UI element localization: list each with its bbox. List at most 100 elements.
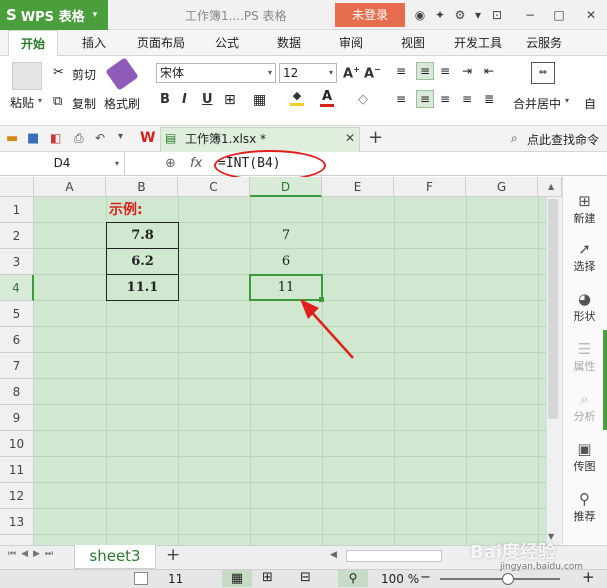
find-command-input[interactable]: 点此查找命令 bbox=[527, 131, 599, 148]
settings-icon[interactable]: ⚙ bbox=[452, 7, 468, 23]
login-button[interactable]: 未登录 bbox=[335, 3, 405, 27]
cell-d2[interactable]: 7 bbox=[250, 223, 322, 249]
tab-formulas[interactable]: 公式 bbox=[202, 30, 252, 56]
scroll-up-icon[interactable]: ▲ bbox=[548, 182, 554, 191]
paste-icon[interactable] bbox=[12, 62, 42, 90]
outdent-icon[interactable]: ⇤ bbox=[484, 64, 494, 78]
row-header-3[interactable]: 3 bbox=[0, 249, 34, 275]
file-tab[interactable]: 工作簿1.xlsx * bbox=[160, 127, 360, 152]
column-header-f[interactable]: F bbox=[394, 177, 466, 197]
paste-button[interactable]: 粘贴 bbox=[10, 94, 34, 111]
tab-insert[interactable]: 插入 bbox=[68, 30, 120, 56]
panel-properties-button[interactable]: ☰ 属性 bbox=[562, 340, 607, 374]
auto-wrap-button[interactable]: 自 bbox=[584, 95, 596, 112]
zoom-slider-thumb[interactable] bbox=[502, 573, 514, 585]
sheet-tab-sheet3[interactable]: sheet3 bbox=[74, 545, 156, 569]
zoom-lens-icon[interactable]: ⊕ bbox=[165, 152, 176, 175]
dropdown-icon[interactable]: ▾ bbox=[470, 7, 486, 23]
copy-button[interactable]: 复制 bbox=[72, 95, 96, 112]
horizontal-scroll-thumb[interactable] bbox=[346, 550, 442, 562]
zoom-out-icon[interactable]: − bbox=[420, 570, 431, 585]
app-menu-button[interactable]: S WPS 表格 ▾ bbox=[0, 0, 108, 30]
zoom-slider[interactable] bbox=[440, 578, 560, 580]
new-tab-icon[interactable]: + bbox=[368, 127, 383, 148]
clear-format-icon[interactable]: ◇ bbox=[358, 92, 368, 107]
select-all-corner[interactable] bbox=[0, 177, 34, 197]
panel-shape-button[interactable]: ◕ 形状 bbox=[562, 290, 607, 324]
row-header-10[interactable]: 10 bbox=[0, 431, 34, 457]
print-icon[interactable]: ⎙ bbox=[74, 131, 84, 146]
align-right-icon[interactable]: ≡ bbox=[440, 92, 450, 106]
align-bottom-icon[interactable]: ≡ bbox=[440, 64, 450, 78]
row-header-5[interactable]: 5 bbox=[0, 301, 34, 327]
format-painter-button[interactable]: 格式刷 bbox=[104, 95, 140, 112]
panel-analysis-button[interactable]: ⌕ 分析 bbox=[562, 390, 607, 424]
column-header-g[interactable]: G bbox=[466, 177, 538, 197]
cell-b3[interactable]: 6.2 bbox=[106, 248, 179, 275]
minimize-icon[interactable]: − bbox=[522, 7, 538, 23]
zoom-level[interactable]: 100 % bbox=[381, 572, 419, 586]
name-box[interactable]: D4 ▾ bbox=[0, 152, 125, 175]
align-middle-icon[interactable]: ≡ bbox=[416, 62, 434, 80]
normal-view-icon[interactable]: ▦ bbox=[222, 570, 252, 587]
merge-center-button[interactable]: 合并居中 bbox=[513, 95, 561, 112]
font-name-select[interactable]: 宋体 ▾ bbox=[156, 63, 276, 83]
column-header-d[interactable]: D bbox=[250, 177, 322, 197]
skin-icon[interactable]: ✦ bbox=[432, 7, 448, 23]
fill-color-icon[interactable]: ◆ bbox=[290, 90, 304, 106]
restore-icon[interactable]: ⊡ bbox=[489, 7, 505, 23]
add-sheet-button[interactable]: + bbox=[166, 545, 180, 565]
border-icon[interactable]: ⊞ bbox=[224, 92, 236, 108]
distributed-icon[interactable]: ≣ bbox=[484, 92, 494, 106]
indent-icon[interactable]: ⇥ bbox=[462, 64, 472, 78]
italic-button[interactable]: I bbox=[182, 92, 187, 107]
tab-developer[interactable]: 开发工具 bbox=[446, 30, 510, 56]
panel-upload-image-button[interactable]: ▣ 传图 bbox=[562, 440, 607, 474]
worksheet-grid[interactable]: A B C D E F G 1 2 3 4 5 6 7 8 9 10 11 12… bbox=[0, 177, 562, 545]
cell-b2[interactable]: 7.8 bbox=[106, 222, 179, 249]
sheet-nav-icons[interactable]: ⏮◀▶⏭ bbox=[8, 549, 58, 559]
insert-function-button[interactable]: fx bbox=[190, 152, 202, 175]
tab-cloud[interactable]: 云服务 bbox=[514, 30, 574, 56]
align-center-icon[interactable]: ≡ bbox=[416, 90, 434, 108]
row-header-2[interactable]: 2 bbox=[0, 223, 34, 249]
panel-select-button[interactable]: ➚ 选择 bbox=[562, 240, 607, 274]
panel-recommend-button[interactable]: ⚲ 推荐 bbox=[562, 490, 607, 524]
tab-view[interactable]: 视图 bbox=[388, 30, 438, 56]
bold-button[interactable]: B bbox=[160, 92, 170, 107]
row-header-8[interactable]: 8 bbox=[0, 379, 34, 405]
column-header-a[interactable]: A bbox=[34, 177, 106, 197]
column-header-b[interactable]: B bbox=[106, 177, 178, 197]
row-header-13[interactable]: 13 bbox=[0, 509, 34, 535]
help-icon[interactable]: ◉ bbox=[412, 7, 428, 23]
row-header-4[interactable]: 4 bbox=[0, 275, 34, 301]
font-color-icon[interactable]: A bbox=[320, 90, 334, 107]
row-header-11[interactable]: 11 bbox=[0, 457, 34, 483]
fill-pattern-icon[interactable]: ▦ bbox=[253, 92, 266, 108]
row-header-12[interactable]: 12 bbox=[0, 483, 34, 509]
print-preview-icon[interactable]: ◧ bbox=[50, 131, 61, 145]
align-top-icon[interactable]: ≡ bbox=[396, 64, 406, 78]
tab-data[interactable]: 数据 bbox=[264, 30, 314, 56]
tab-review[interactable]: 审阅 bbox=[326, 30, 376, 56]
cell-d3[interactable]: 6 bbox=[250, 249, 322, 275]
zoom-in-icon[interactable]: + bbox=[582, 568, 595, 586]
tab-page-layout[interactable]: 页面布局 bbox=[130, 30, 192, 56]
cut-button[interactable]: 剪切 bbox=[72, 66, 96, 83]
close-icon[interactable]: ✕ bbox=[583, 7, 599, 23]
save-icon[interactable]: ■ bbox=[27, 131, 39, 146]
status-view-icon[interactable] bbox=[134, 572, 148, 585]
row-header-7[interactable]: 7 bbox=[0, 353, 34, 379]
row-header-9[interactable]: 9 bbox=[0, 405, 34, 431]
row-header-6[interactable]: 6 bbox=[0, 327, 34, 353]
row-header-14[interactable] bbox=[0, 535, 34, 545]
tab-start[interactable]: 开始 bbox=[8, 30, 58, 56]
more-icon[interactable]: ▾ bbox=[118, 131, 123, 142]
page-layout-view-icon[interactable]: ⊟ bbox=[300, 570, 311, 585]
open-folder-icon[interactable]: ▬ bbox=[6, 131, 18, 146]
reading-mode-icon[interactable]: ⚲ bbox=[338, 570, 368, 587]
cell-b1-example-label[interactable]: 示例: bbox=[107, 198, 143, 222]
page-break-view-icon[interactable]: ⊞ bbox=[262, 570, 273, 585]
panel-new-button[interactable]: ⊞ 新建 bbox=[562, 192, 607, 226]
column-header-c[interactable]: C bbox=[178, 177, 250, 197]
